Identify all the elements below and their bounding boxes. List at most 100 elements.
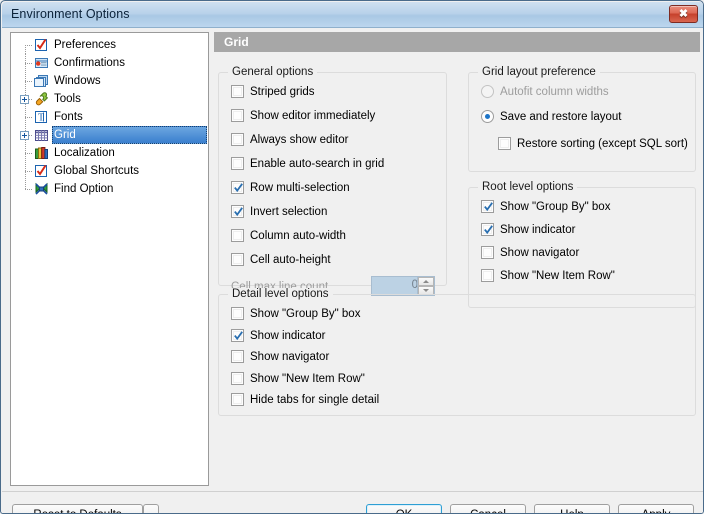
tree-expand-icon[interactable] [20,131,29,140]
tree-item-global-shortcuts[interactable]: Global Shortcuts [11,162,208,180]
checkbox-unchecked-icon[interactable] [231,253,244,266]
checkbox-root-show-group-by-box-label: Show "Group By" box [500,201,611,213]
checkbox-detail-show-group-by-box-label: Show "Group By" box [250,308,361,320]
tree-connector-branch [25,117,33,118]
checkbox-always-show-editor-label: Always show editor [250,134,349,146]
stepper-buttons [417,277,434,295]
ok-button[interactable]: OK [366,504,442,513]
checkbox-checked-icon[interactable] [231,181,244,194]
close-button[interactable]: ✖ [669,5,698,23]
reset-to-defaults-button[interactable]: Reset to Defaults [12,504,143,513]
checkbox-detail-show-indicator-label: Show indicator [250,329,326,342]
tools-puzzle-icon [34,92,49,106]
checkbox-checked-icon[interactable] [231,328,244,342]
checkbox-unchecked-icon[interactable] [231,350,244,363]
checkbox-checked-icon[interactable] [481,200,494,213]
apply-button[interactable]: Apply [618,504,694,513]
checkbox-unchecked-icon[interactable] [498,137,511,150]
check-mark-icon [484,202,493,212]
cancel-button[interactable]: Cancel [450,504,526,513]
checkbox-unchecked-icon[interactable] [231,229,244,242]
checkbox-unchecked-icon[interactable] [231,371,244,385]
page-header: Grid [214,32,700,52]
checkbox-checked-icon[interactable] [231,205,244,218]
checkbox-root-show-indicator-label: Show indicator [500,224,576,236]
tree-connector-line [25,45,26,54]
tree-connector-line [25,180,26,189]
help-button[interactable]: Help [534,504,610,513]
tree-connector-branch [25,171,33,172]
tree-item-label: Find Option [54,183,114,195]
checkbox-red-check-icon [34,164,49,178]
grid-layout-preference-group: Grid layout preference Autofit column wi… [468,66,696,172]
check-mark-icon [234,183,243,193]
checkbox-red-check-icon [34,38,49,52]
tree-item-preferences[interactable]: Preferences [11,36,208,54]
tree-item-localization[interactable]: Localization [11,144,208,162]
general-options-group: General options Striped grids Show editor… [218,66,447,296]
checkbox-checked-icon[interactable] [481,223,494,236]
tree-item-tools[interactable]: Tools [11,90,208,108]
checkbox-unchecked-icon[interactable] [481,269,494,282]
tree-item-label: Global Shortcuts [54,165,140,177]
radio-unselected-icon[interactable] [481,85,494,98]
tree-connector-branch [25,45,33,46]
tree-connector-branch [25,189,33,190]
reset-dropdown-button[interactable] [143,504,159,513]
cell-max-line-count-value: 0 [411,279,418,291]
tree-item-grid[interactable]: Grid [11,126,208,144]
settings-pane: Grid General options Striped grids Show e… [214,32,700,486]
checkbox-unchecked-icon[interactable] [231,307,244,320]
general-options-title: General options [228,66,318,78]
options-tree[interactable]: Preferences Confirmations Windows Tools T Fon… [10,32,209,486]
title-bar[interactable]: Environment Options ✖ [2,2,703,28]
grid-table-icon [34,128,49,142]
checkbox-row-multi-selection-label: Row multi-selection [250,182,350,194]
page-title: Grid [224,35,249,49]
chevron-down-icon [423,289,429,292]
checkbox-unchecked-icon[interactable] [231,109,244,122]
checkbox-restore-sorting-except-sql-sort-label: Restore sorting (except SQL sort) [517,138,688,150]
checkbox-unchecked-icon[interactable] [231,133,244,146]
tree-connector-branch [25,153,33,154]
tree-connector-branch [25,81,33,82]
window-title: Environment Options [11,7,130,21]
tree-item-confirmations[interactable]: Confirmations [11,54,208,72]
checkbox-detail-hide-tabs-for-single-detail-label: Hide tabs for single detail [250,394,380,406]
check-mark-icon [484,225,493,235]
checkbox-show-editor-immediately-label: Show editor immediately [250,110,376,122]
radio-save-and-restore-layout-label: Save and restore layout [500,111,622,123]
check-mark-icon [234,207,243,217]
tree-item-find-option[interactable]: Find Option [11,180,208,198]
checkbox-invert-selection-label: Invert selection [250,206,328,218]
tree-item-windows[interactable]: Windows [11,72,208,90]
checkbox-unchecked-icon[interactable] [481,246,494,259]
tree-item-label: Grid [54,129,76,141]
stepper-up-button[interactable] [418,277,434,286]
cell-max-line-count-stepper[interactable]: 0 [371,276,435,296]
detail-level-options-group: Detail level options Show "Group By" box… [218,288,696,416]
root-level-options-title: Root level options [478,181,578,193]
find-option-icon [34,182,49,196]
environment-options-window: Environment Options ✖ Preferences Confirm… [0,0,704,514]
tree-item-label: Windows [54,75,101,87]
localization-books-icon [34,146,49,160]
checkbox-unchecked-icon[interactable] [231,85,244,98]
detail-level-options-title: Detail level options [228,288,333,300]
tree-item-label: Confirmations [54,57,125,69]
checkbox-striped-grids-label: Striped grids [250,86,315,98]
button-bar: Reset to Defaults OK Cancel Help Apply [2,492,703,513]
chevron-up-icon [423,280,429,283]
checkbox-unchecked-icon[interactable] [231,157,244,170]
checkbox-root-show-new-item-row-label: Show "New Item Row" [500,270,615,282]
root-level-options-group: Root level options Show "Group By" box Sh… [468,181,696,308]
radio-autofit-column-widths-label: Autofit column widths [500,86,609,98]
radio-selected-icon[interactable] [481,110,494,123]
tree-item-label: Preferences [54,39,117,51]
font-T-icon: T [34,110,49,124]
tree-item-fonts[interactable]: T Fonts [11,108,208,126]
checkbox-unchecked-icon[interactable] [231,393,244,406]
tree-item-label: Fonts [54,111,83,123]
checkbox-column-auto-width-label: Column auto-width [250,230,346,242]
tree-expand-icon[interactable] [20,95,29,104]
